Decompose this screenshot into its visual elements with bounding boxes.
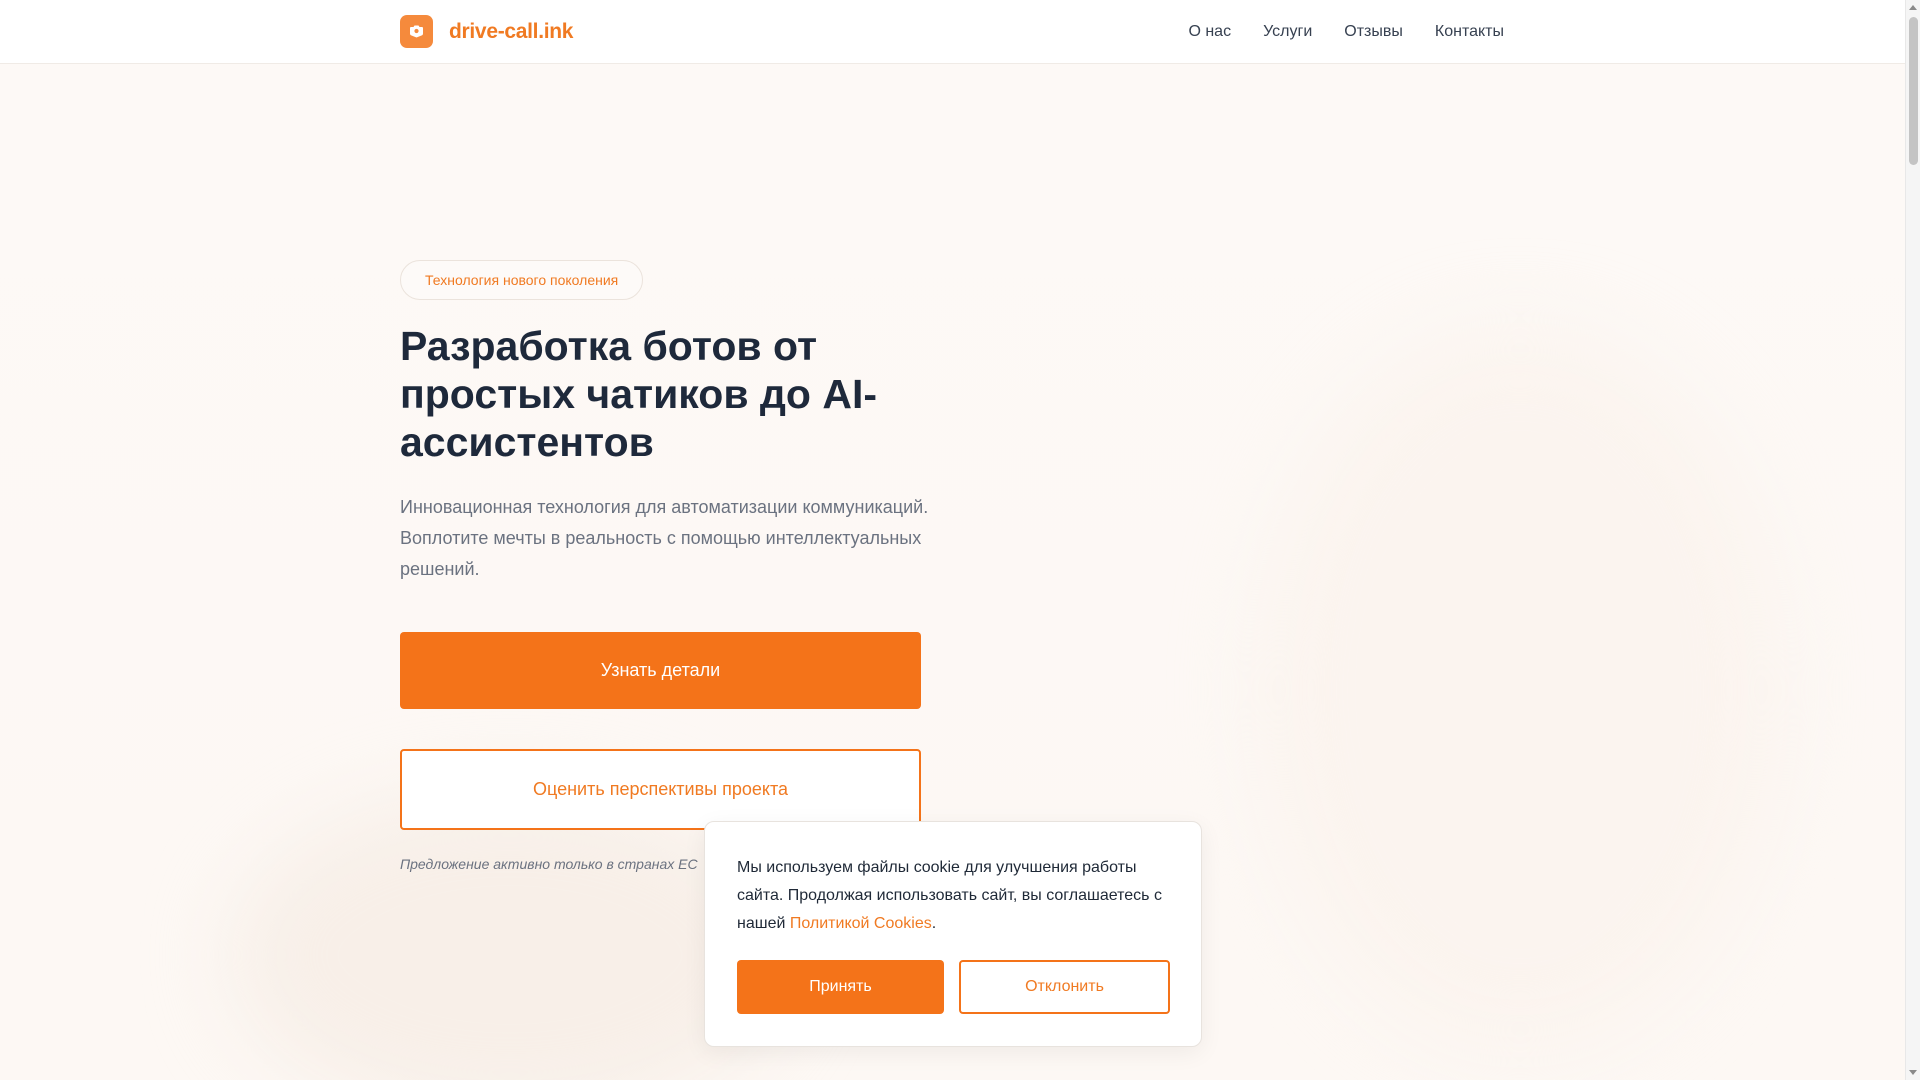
hero-description: Инновационная технология для автоматизац… (400, 497, 929, 579)
main-nav: О нас Услуги Отзывы Контакты (1156, 0, 1504, 64)
nav-link-reviews[interactable]: Отзывы (1344, 23, 1403, 41)
availability-note: Предложение активно только в странах ЕС (400, 856, 698, 872)
brand-name: drive-call.ink (449, 19, 574, 43)
cookie-banner: Мы используем файлы cookie для улучшения… (704, 821, 1202, 1047)
page: drive-call.ink О нас Услуги Отзывы Конта… (0, 0, 1920, 1080)
nav-link-contacts[interactable]: Контакты (1435, 23, 1504, 41)
decline-cookies-button[interactable]: Отклонить (959, 960, 1170, 1014)
background-decoration (1260, 330, 1780, 1050)
hero-badge: Технология нового поколения (400, 260, 644, 300)
hero-title: Разработка ботов от простых чатиков до A… (400, 323, 878, 465)
logo-link[interactable]: drive-call.ink (400, 15, 574, 48)
evaluate-project-button[interactable]: Оценить перспективы проекта (400, 749, 921, 830)
nav-link-about[interactable]: О нас (1188, 23, 1231, 41)
nav-link-services[interactable]: Услуги (1263, 23, 1312, 41)
cookie-message-end: . (931, 915, 937, 932)
camera-shield-icon (400, 15, 433, 48)
learn-more-button[interactable]: Узнать детали (400, 632, 921, 709)
cookie-message: Мы используем файлы cookie для улучшения… (737, 854, 1177, 938)
scroll-down-arrow-icon[interactable] (1909, 1070, 1917, 1075)
cookie-policy-link[interactable]: Политикой Cookies (790, 915, 932, 932)
scroll-thumb[interactable] (1909, 17, 1918, 165)
accept-cookies-button[interactable]: Принять (737, 960, 944, 1014)
site-header: drive-call.ink О нас Услуги Отзывы Конта… (0, 0, 1905, 64)
scroll-up-arrow-icon[interactable] (1909, 5, 1917, 10)
page-scrollbar[interactable] (1905, 0, 1920, 1080)
